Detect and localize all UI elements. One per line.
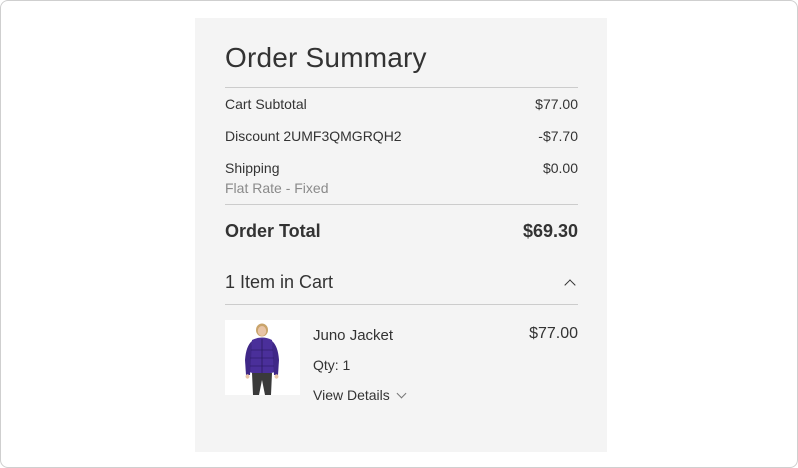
shipping-value: $0.00 xyxy=(542,160,578,176)
chevron-down-icon xyxy=(396,388,407,399)
cart-subtotal-value: $77.00 xyxy=(535,96,578,112)
discount-value: -$7.70 xyxy=(538,128,578,144)
divider xyxy=(225,304,578,305)
cart-items-header: 1 Item in Cart xyxy=(225,272,334,292)
view-details-label: View Details xyxy=(313,387,390,403)
window-frame: Order Summary Cart Subtotal $77.00 Disco… xyxy=(0,0,798,468)
divider xyxy=(225,204,578,205)
order-summary-panel: Order Summary Cart Subtotal $77.00 Disco… xyxy=(195,18,607,452)
product-thumbnail[interactable] xyxy=(225,320,300,395)
cart-subtotal-label: Cart Subtotal xyxy=(225,96,307,112)
discount-label: Discount 2UMF3QMGRQH2 xyxy=(225,128,402,144)
shipping-label: Shipping xyxy=(225,160,280,176)
cart-items-toggle[interactable]: 1 Item in Cart xyxy=(225,272,578,296)
jacket-image xyxy=(225,320,300,395)
product-price: $77.00 xyxy=(529,325,578,342)
chevron-up-icon xyxy=(564,279,576,291)
divider xyxy=(225,87,578,88)
shipping-method: Flat Rate - Fixed xyxy=(225,180,329,196)
order-total-label: Order Total xyxy=(225,221,321,241)
product-qty: Qty: 1 xyxy=(313,357,351,373)
view-details-toggle[interactable]: View Details xyxy=(313,387,407,403)
page-title: Order Summary xyxy=(225,42,427,73)
order-total-value: $69.30 xyxy=(522,221,578,241)
product-name: Juno Jacket xyxy=(313,327,394,344)
